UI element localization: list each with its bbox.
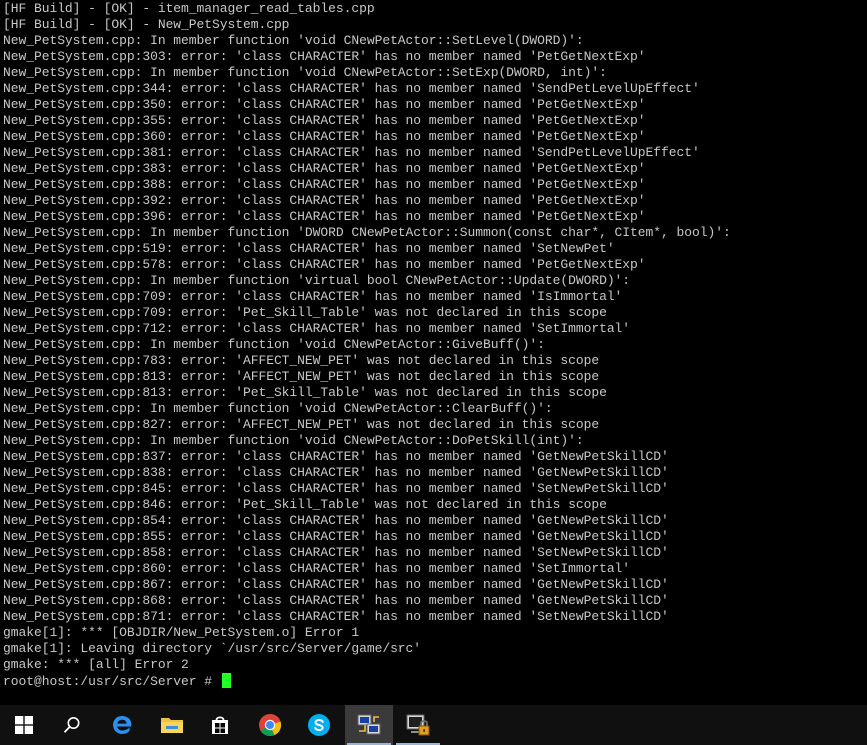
edge-browser-icon xyxy=(111,714,133,736)
terminal-line: New_PetSystem.cpp:396: error: 'class CHA… xyxy=(3,209,646,224)
terminal-line: gmake: *** [all] Error 2 xyxy=(3,657,189,672)
terminal-line: New_PetSystem.cpp:712: error: 'class CHA… xyxy=(3,321,631,336)
terminal-line: New_PetSystem.cpp:813: error: 'AFFECT_NE… xyxy=(3,369,600,384)
terminal-line: New_PetSystem.cpp: In member function 'v… xyxy=(3,273,631,288)
edge-taskbar-button[interactable] xyxy=(98,705,146,745)
secure-terminal-taskbar-button[interactable] xyxy=(394,705,442,745)
terminal-line: [HF Build] - [OK] - item_manager_read_ta… xyxy=(3,1,375,16)
shell-prompt: root@host:/usr/src/Server # xyxy=(3,674,220,689)
taskbar xyxy=(0,705,867,745)
terminal-line: New_PetSystem.cpp:381: error: 'class CHA… xyxy=(3,145,700,160)
terminal-line: New_PetSystem.cpp:855: error: 'class CHA… xyxy=(3,529,669,544)
terminal-line: New_PetSystem.cpp:837: error: 'class CHA… xyxy=(3,449,669,464)
terminal-line: New_PetSystem.cpp:578: error: 'class CHA… xyxy=(3,257,646,272)
chrome-icon xyxy=(258,713,282,737)
terminal-line: gmake[1]: *** [OBJDIR/New_PetSystem.o] E… xyxy=(3,625,360,640)
terminal-prompt-line[interactable]: root@host:/usr/src/Server # xyxy=(3,673,231,689)
secure-terminal-icon xyxy=(405,713,431,737)
search-icon xyxy=(63,716,81,734)
store-icon xyxy=(209,714,231,736)
skype-icon xyxy=(307,713,331,737)
terminal-line: New_PetSystem.cpp:845: error: 'class CHA… xyxy=(3,481,669,496)
terminal-line: New_PetSystem.cpp:813: error: 'Pet_Skill… xyxy=(3,385,607,400)
terminal-line: New_PetSystem.cpp:709: error: 'Pet_Skill… xyxy=(3,305,607,320)
store-taskbar-button[interactable] xyxy=(196,705,244,745)
terminal-line: New_PetSystem.cpp:350: error: 'class CHA… xyxy=(3,97,646,112)
terminal-line: New_PetSystem.cpp:854: error: 'class CHA… xyxy=(3,513,669,528)
chrome-taskbar-button[interactable] xyxy=(246,705,294,745)
terminal-line: New_PetSystem.cpp: In member function 'v… xyxy=(3,337,545,352)
terminal-line: New_PetSystem.cpp:846: error: 'Pet_Skill… xyxy=(3,497,607,512)
skype-taskbar-button[interactable] xyxy=(295,705,343,745)
desktop: [HF Build] - [OK] - item_manager_read_ta… xyxy=(0,0,867,745)
terminal-window[interactable]: [HF Build] - [OK] - item_manager_read_ta… xyxy=(0,0,867,705)
terminal-line: New_PetSystem.cpp: In member function 'v… xyxy=(3,65,607,80)
terminal-line: New_PetSystem.cpp:709: error: 'class CHA… xyxy=(3,289,623,304)
terminal-line: New_PetSystem.cpp:867: error: 'class CHA… xyxy=(3,577,669,592)
terminal-line: New_PetSystem.cpp: In member function 'v… xyxy=(3,433,584,448)
text-cursor xyxy=(221,673,231,688)
terminal-line: New_PetSystem.cpp:827: error: 'AFFECT_NE… xyxy=(3,417,600,432)
terminal-line: New_PetSystem.cpp: In member function 'v… xyxy=(3,33,584,48)
terminal-line: gmake[1]: Leaving directory `/usr/src/Se… xyxy=(3,641,422,656)
file-explorer-icon xyxy=(160,715,184,735)
terminal-line: New_PetSystem.cpp:519: error: 'class CHA… xyxy=(3,241,615,256)
terminal-line: New_PetSystem.cpp: In member function 'v… xyxy=(3,401,553,416)
terminal-line: New_PetSystem.cpp:838: error: 'class CHA… xyxy=(3,465,669,480)
terminal-line: New_PetSystem.cpp:871: error: 'class CHA… xyxy=(3,609,669,624)
file-explorer-taskbar-button[interactable] xyxy=(148,705,196,745)
terminal-line: [HF Build] - [OK] - New_PetSystem.cpp xyxy=(3,17,290,32)
terminal-line: New_PetSystem.cpp:344: error: 'class CHA… xyxy=(3,81,700,96)
terminal-line: New_PetSystem.cpp:383: error: 'class CHA… xyxy=(3,161,646,176)
terminal-line: New_PetSystem.cpp:783: error: 'AFFECT_NE… xyxy=(3,353,600,368)
search-button[interactable] xyxy=(48,705,96,745)
windows-start-icon xyxy=(15,716,33,734)
terminal-line: New_PetSystem.cpp:860: error: 'class CHA… xyxy=(3,561,631,576)
terminal-line: New_PetSystem.cpp: In member function 'D… xyxy=(3,225,731,240)
network-terminal-icon xyxy=(356,713,382,737)
terminal-line: New_PetSystem.cpp:355: error: 'class CHA… xyxy=(3,113,646,128)
terminal-line: New_PetSystem.cpp:392: error: 'class CHA… xyxy=(3,193,646,208)
terminal-line: New_PetSystem.cpp:360: error: 'class CHA… xyxy=(3,129,646,144)
terminal-line: New_PetSystem.cpp:868: error: 'class CHA… xyxy=(3,593,669,608)
terminal-line: New_PetSystem.cpp:858: error: 'class CHA… xyxy=(3,545,669,560)
network-terminal-taskbar-button[interactable] xyxy=(345,705,393,745)
terminal-line: New_PetSystem.cpp:303: error: 'class CHA… xyxy=(3,49,646,64)
terminal-line: New_PetSystem.cpp:388: error: 'class CHA… xyxy=(3,177,646,192)
start-button[interactable] xyxy=(0,705,48,745)
